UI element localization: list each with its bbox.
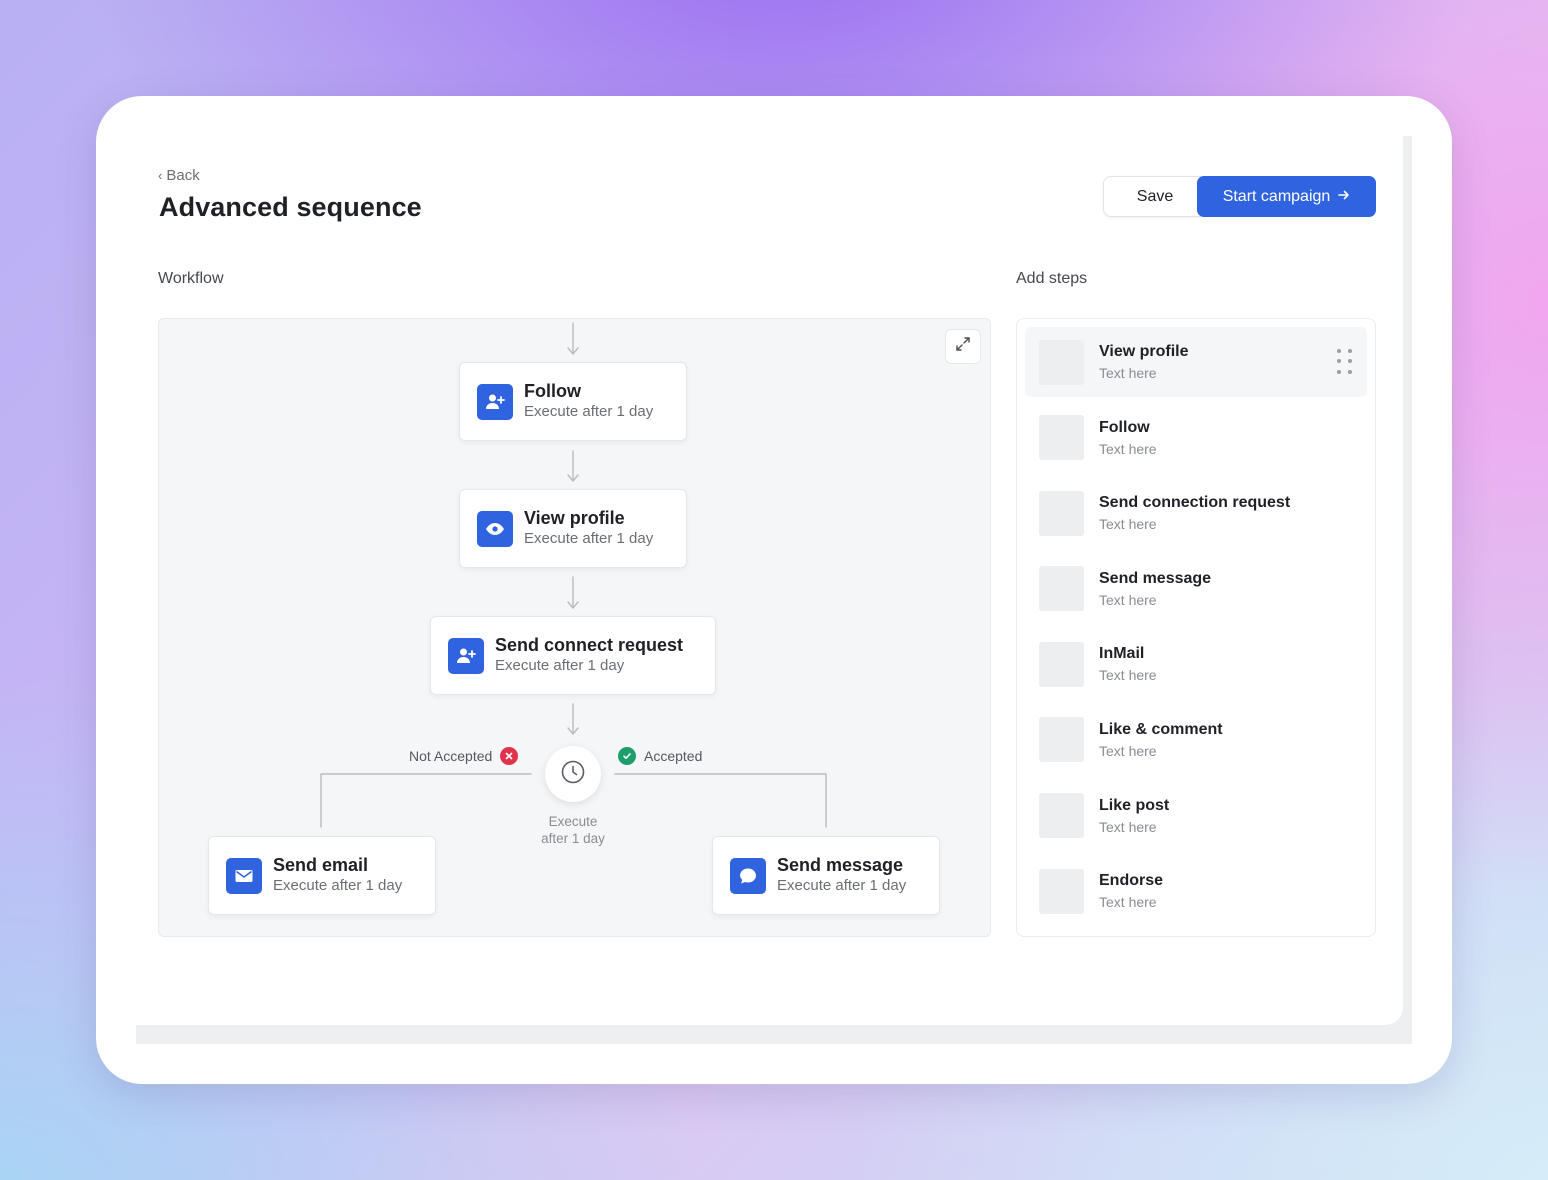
step-thumbnail bbox=[1039, 717, 1084, 763]
step-subtitle: Text here bbox=[1099, 742, 1157, 759]
expand-canvas-button[interactable] bbox=[945, 329, 981, 364]
workflow-section-label: Workflow bbox=[158, 270, 224, 287]
page-title: Advanced sequence bbox=[159, 192, 422, 222]
workflow-node-send-connect-request[interactable]: Send connect request Execute after 1 day bbox=[430, 616, 716, 695]
save-button[interactable]: Save bbox=[1103, 176, 1207, 217]
step-title: Send connection request bbox=[1099, 494, 1291, 512]
node-title: Follow bbox=[524, 381, 581, 401]
step-item-send-connection-request[interactable]: Send connection request Text here bbox=[1025, 478, 1367, 548]
step-title: InMail bbox=[1099, 645, 1145, 663]
eye-icon bbox=[477, 510, 513, 547]
step-title: Endorse bbox=[1099, 872, 1164, 890]
step-title: Send message bbox=[1099, 569, 1212, 587]
node-subtitle: Execute after 1 day bbox=[524, 403, 654, 420]
not-accepted-text: Not Accepted bbox=[409, 748, 493, 764]
arrow-right-icon bbox=[1338, 188, 1350, 206]
user-plus-icon bbox=[477, 383, 513, 420]
workflow-node-send-message[interactable]: Send message Execute after 1 day bbox=[712, 836, 940, 915]
step-subtitle: Text here bbox=[1099, 667, 1157, 684]
node-subtitle: Execute after 1 day bbox=[495, 657, 625, 674]
step-item-view-profile[interactable]: View profile Text here bbox=[1025, 327, 1367, 397]
app-frame: ‹ Back Advanced sequence Save Start camp… bbox=[136, 136, 1412, 1044]
workflow-node-view-profile[interactable]: View profile Execute after 1 day bbox=[459, 489, 687, 568]
not-accepted-label: Not Accepted bbox=[409, 747, 519, 765]
step-thumbnail bbox=[1039, 641, 1084, 687]
step-subtitle: Text here bbox=[1099, 516, 1157, 533]
step-subtitle: Text here bbox=[1099, 894, 1157, 911]
step-thumbnail bbox=[1039, 566, 1084, 612]
step-item-like-comment[interactable]: Like & comment Text here bbox=[1025, 705, 1367, 775]
workflow-canvas[interactable]: Follow Execute after 1 day View profile … bbox=[158, 318, 991, 937]
workflow-node-follow[interactable]: Follow Execute after 1 day bbox=[459, 362, 687, 441]
expand-icon bbox=[954, 335, 972, 358]
drag-handle-icon[interactable] bbox=[1337, 349, 1352, 375]
chevron-left-icon: ‹ bbox=[158, 168, 163, 183]
add-steps-panel: View profile Text here Follow Text here bbox=[1016, 318, 1376, 937]
chat-bubble-icon bbox=[730, 857, 766, 894]
node-title: Send message bbox=[777, 855, 904, 875]
node-subtitle: Execute after 1 day bbox=[777, 877, 907, 894]
app-content: ‹ Back Advanced sequence Save Start camp… bbox=[136, 136, 1403, 1025]
x-circle-icon bbox=[500, 747, 519, 765]
back-label: Back bbox=[166, 167, 200, 184]
step-thumbnail bbox=[1039, 490, 1084, 536]
step-thumbnail bbox=[1039, 339, 1084, 385]
delay-timer[interactable] bbox=[545, 746, 601, 802]
back-link[interactable]: ‹ Back bbox=[158, 167, 200, 184]
step-subtitle: Text here bbox=[1099, 591, 1157, 608]
workflow-node-send-email[interactable]: Send email Execute after 1 day bbox=[208, 836, 436, 915]
node-title: Send email bbox=[273, 855, 369, 875]
step-item-endorse[interactable]: Endorse Text here bbox=[1025, 856, 1367, 926]
step-subtitle: Text here bbox=[1099, 440, 1157, 457]
user-plus-icon bbox=[448, 637, 484, 674]
timer-line-2: after 1 day bbox=[541, 831, 605, 846]
step-item-send-message[interactable]: Send message Text here bbox=[1025, 554, 1367, 624]
step-thumbnail bbox=[1039, 415, 1084, 461]
step-subtitle: Text here bbox=[1099, 365, 1157, 381]
node-title: Send connect request bbox=[495, 635, 684, 655]
node-subtitle: Execute after 1 day bbox=[273, 877, 403, 894]
start-campaign-label: Start campaign bbox=[1222, 187, 1331, 205]
step-subtitle: Text here bbox=[1099, 818, 1157, 835]
node-title: View profile bbox=[524, 508, 625, 528]
step-title: Follow bbox=[1099, 418, 1150, 436]
step-thumbnail bbox=[1039, 868, 1084, 914]
step-title: Like & comment bbox=[1099, 720, 1223, 738]
check-circle-icon bbox=[618, 747, 636, 765]
vertical-scrollbar[interactable] bbox=[1403, 136, 1412, 1025]
node-subtitle: Execute after 1 day bbox=[524, 530, 654, 547]
clock-icon bbox=[560, 759, 586, 790]
add-steps-section-label: Add steps bbox=[1016, 270, 1088, 287]
timer-line-1: Execute bbox=[548, 814, 598, 829]
start-campaign-button[interactable]: Start campaign bbox=[1197, 176, 1376, 217]
step-thumbnail bbox=[1039, 793, 1084, 839]
accepted-label: Accepted bbox=[618, 747, 702, 765]
delay-timer-label: Execute after 1 day bbox=[523, 813, 623, 847]
step-title: View profile bbox=[1099, 343, 1189, 360]
step-item-inmail[interactable]: InMail Text here bbox=[1025, 629, 1367, 699]
step-item-follow[interactable]: Follow Text here bbox=[1025, 403, 1367, 473]
step-item-like-post[interactable]: Like post Text here bbox=[1025, 781, 1367, 851]
mail-icon bbox=[226, 857, 262, 894]
app-window-card: ‹ Back Advanced sequence Save Start camp… bbox=[96, 96, 1452, 1084]
accepted-text: Accepted bbox=[644, 748, 703, 764]
step-title: Like post bbox=[1099, 796, 1170, 814]
